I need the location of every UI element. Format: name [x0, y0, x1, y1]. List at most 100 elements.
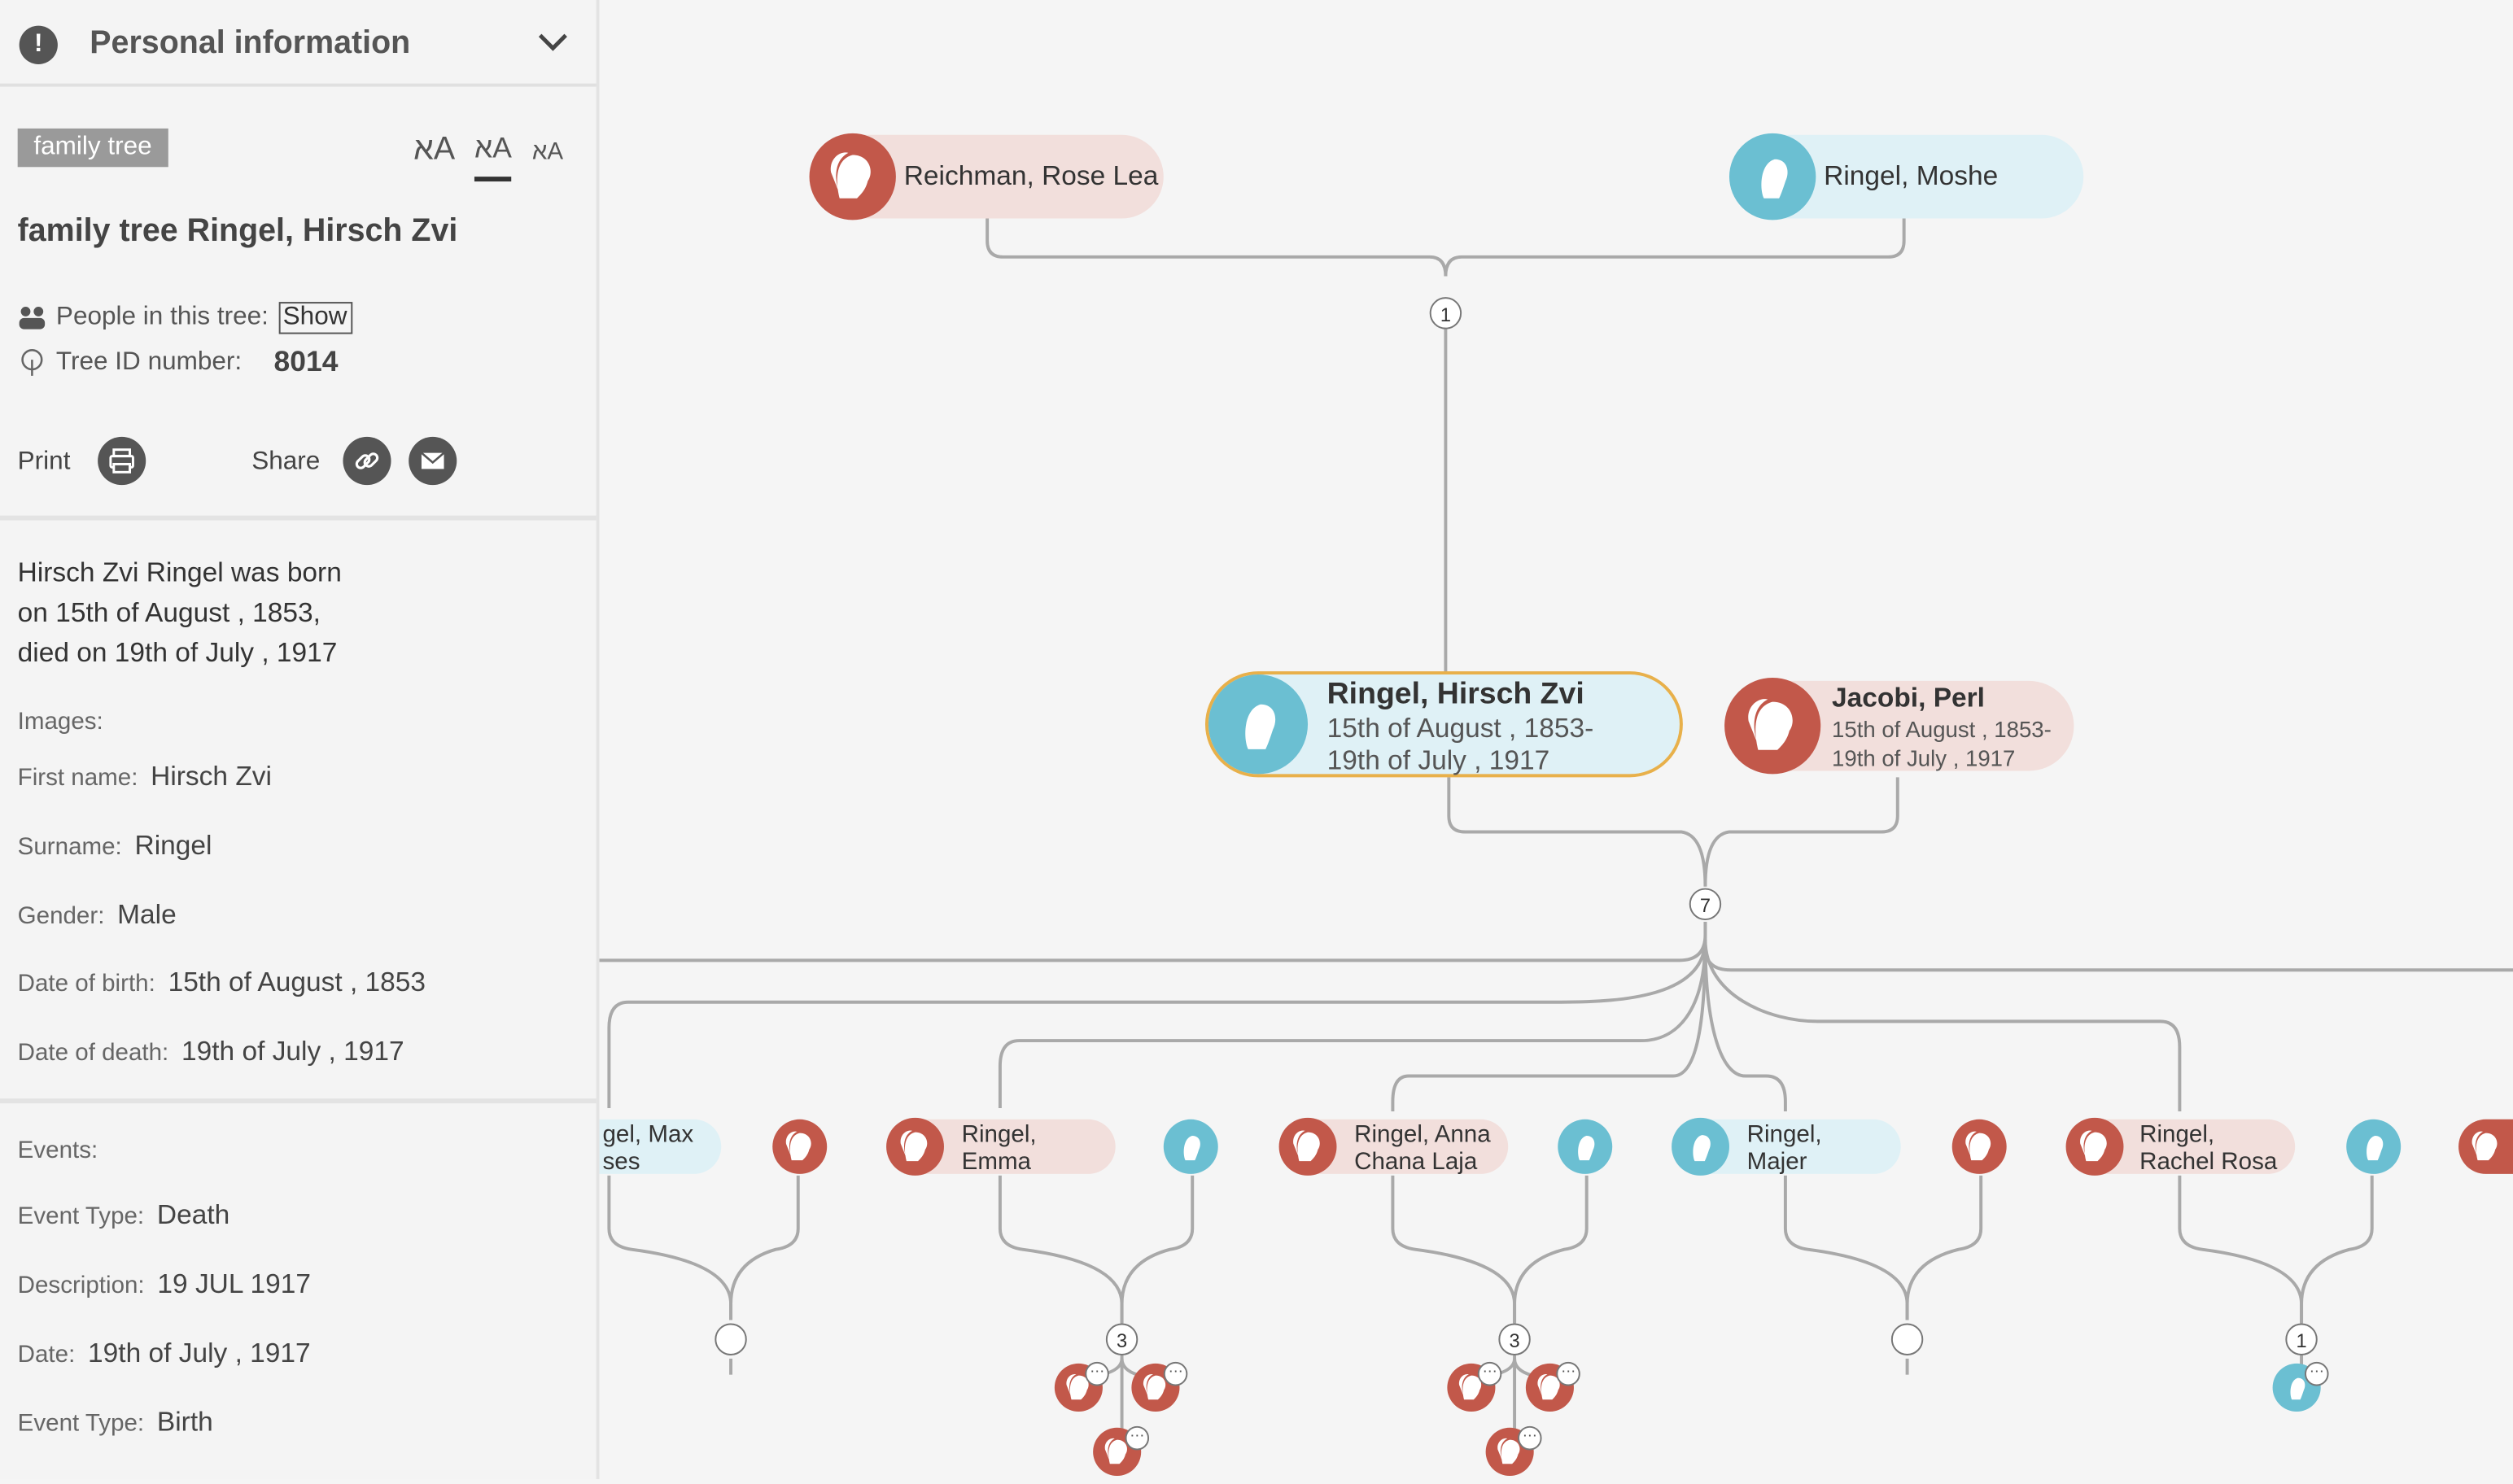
female-silhouette-icon[interactable]	[2065, 1117, 2124, 1176]
male-silhouette-icon[interactable]	[1208, 674, 1309, 775]
no-children-indicator[interactable]	[715, 1323, 747, 1355]
more-options-icon[interactable]: ⋯	[1085, 1361, 1109, 1386]
child-name[interactable]: gel, Max ses	[602, 1121, 693, 1176]
more-options-icon[interactable]: ⋯	[1163, 1361, 1188, 1386]
events-label: Events:	[17, 1137, 98, 1165]
date-line: 15th of August , 1853-	[1832, 716, 2052, 742]
mail-icon[interactable]	[409, 436, 457, 486]
children-count-badge[interactable]: 1	[2285, 1323, 2318, 1355]
divider	[0, 515, 597, 521]
dod-field: Date of death: 19th of July , 1917	[18, 1036, 404, 1067]
no-children-indicator[interactable]	[1890, 1323, 1924, 1355]
person-name[interactable]: Ringel, Moshe	[1824, 160, 1998, 192]
field-label: Description:	[17, 1272, 145, 1299]
tree-icon	[21, 348, 43, 375]
more-options-icon[interactable]: ⋯	[1518, 1425, 1542, 1451]
printer-icon[interactable]	[98, 436, 146, 486]
field-label: Date:	[17, 1341, 76, 1368]
field-label: Surname:	[17, 833, 122, 862]
personal-info-sidebar: ! Personal information family tree אA אA…	[0, 0, 600, 1479]
female-silhouette-icon[interactable]	[809, 133, 896, 220]
sidebar-header[interactable]: ! Personal information	[0, 0, 597, 87]
event-description-value: 19 JUL 1917	[157, 1268, 312, 1299]
people-icon	[19, 307, 46, 330]
field-label: First name:	[17, 764, 138, 792]
child-name[interactable]: Ringel, Majer	[1747, 1121, 1822, 1176]
more-options-icon[interactable]: ⋯	[1556, 1361, 1580, 1386]
child-name[interactable]: Ringel, Emma	[962, 1121, 1037, 1176]
child-name[interactable]: Ringel, Anna Chana Laja	[1354, 1121, 1491, 1176]
female-silhouette-icon[interactable]	[1951, 1119, 2007, 1174]
male-silhouette-icon[interactable]	[2346, 1119, 2402, 1174]
tree-title: family tree Ringel, Hirsch Zvi	[17, 213, 458, 249]
font-size-medium[interactable]: אA	[474, 132, 513, 182]
children-count-badge[interactable]: 7	[1689, 888, 1722, 921]
name-line: Rachel Rosa	[2139, 1148, 2278, 1176]
dob-value: 15th of August , 1853	[168, 967, 426, 997]
show-people-button[interactable]: Show	[278, 302, 352, 334]
child-name[interactable]: Ringel, Rachel Rosa	[2139, 1121, 2277, 1176]
name-line: Ringel, Anna	[1354, 1120, 1491, 1149]
alert-icon: !	[19, 25, 58, 64]
event-type-value: Birth	[156, 1407, 213, 1438]
male-silhouette-icon[interactable]	[1558, 1119, 1613, 1174]
name-line: Ringel,	[961, 1120, 1037, 1149]
field-label: Gender:	[17, 902, 105, 930]
field-label: Event Type:	[17, 1202, 145, 1231]
first-name-field: First name: Hirsch Zvi	[18, 762, 272, 793]
share-label: Share	[251, 447, 321, 476]
name-line: gel, Max	[602, 1120, 694, 1149]
tree-id-label: Tree ID number:	[55, 347, 243, 375]
font-size-small[interactable]: אA	[532, 138, 563, 166]
focus-person-name[interactable]: Ringel, Hirsch Zvi	[1327, 678, 1584, 713]
images-label: Images:	[17, 708, 103, 736]
bio-text: Hirsch Zvi Ringel was born on 15th of Au…	[18, 552, 418, 673]
male-silhouette-icon[interactable]	[1163, 1119, 1218, 1174]
event-type-field: Event Type: Death	[18, 1200, 230, 1232]
spouse-dates: 15th of August , 1853- 19th of July , 19…	[1832, 714, 2052, 772]
date-line: 19th of July , 1917	[1326, 744, 1550, 776]
event-type-value: Death	[156, 1199, 230, 1231]
font-size-large[interactable]: אA	[413, 132, 455, 168]
event-date-value: 19th of July , 1917	[88, 1338, 311, 1368]
female-silhouette-icon[interactable]	[1724, 677, 1821, 775]
tree-canvas[interactable]: Reichman, Rose Lea Ringel, Moshe 1 Ringe…	[599, 0, 2513, 1479]
spouse-name[interactable]: Jacobi, Perl	[1832, 683, 1985, 714]
people-row: People in this tree: Show	[18, 302, 352, 334]
more-options-icon[interactable]: ⋯	[1125, 1425, 1150, 1451]
name-line: Majer	[1746, 1148, 1807, 1176]
gender-field: Gender: Male	[18, 899, 177, 931]
people-label: People in this tree:	[55, 303, 269, 331]
bio-line: Hirsch Zvi Ringel was born	[17, 556, 342, 588]
female-silhouette-icon[interactable]	[886, 1117, 944, 1176]
sidebar-title: Personal information	[90, 25, 411, 62]
gender-value: Male	[117, 899, 177, 930]
children-count-badge[interactable]: 3	[1105, 1323, 1138, 1355]
male-silhouette-icon[interactable]	[1729, 133, 1816, 220]
name-line: Ringel,	[1746, 1120, 1822, 1149]
male-silhouette-icon[interactable]	[1672, 1117, 1729, 1176]
divider	[0, 1098, 597, 1104]
tree-id-row: Tree ID number: 8014	[18, 345, 339, 378]
more-options-icon[interactable]: ⋯	[2304, 1361, 2329, 1386]
event-description-field: Description: 19 JUL 1917	[18, 1268, 311, 1300]
surname-value: Ringel	[134, 830, 212, 862]
event-type-field: Event Type: Birth	[18, 1407, 213, 1438]
female-silhouette-icon[interactable]	[2458, 1119, 2513, 1174]
bio-line: died on 19th of July , 1917	[17, 637, 338, 669]
person-name[interactable]: Reichman, Rose Lea	[904, 160, 1159, 192]
female-silhouette-icon[interactable]	[772, 1119, 828, 1174]
link-icon[interactable]	[343, 436, 391, 486]
dob-field: Date of birth: 15th of August , 1853	[18, 967, 426, 998]
name-line: Ringel,	[2139, 1120, 2215, 1149]
female-silhouette-icon[interactable]	[1278, 1117, 1337, 1176]
date-line: 15th of August , 1853-	[1326, 713, 1594, 744]
chevron-down-icon[interactable]	[535, 29, 570, 55]
children-count-badge[interactable]: 3	[1498, 1323, 1531, 1355]
name-line: Emma	[961, 1148, 1032, 1176]
children-count-badge[interactable]: 1	[1429, 297, 1462, 330]
focus-person-dates: 15th of August , 1853- 19th of July , 19…	[1327, 713, 1594, 777]
dod-value: 19th of July , 1917	[181, 1036, 404, 1067]
field-label: Date of birth:	[17, 970, 155, 997]
more-options-icon[interactable]: ⋯	[1477, 1361, 1502, 1386]
